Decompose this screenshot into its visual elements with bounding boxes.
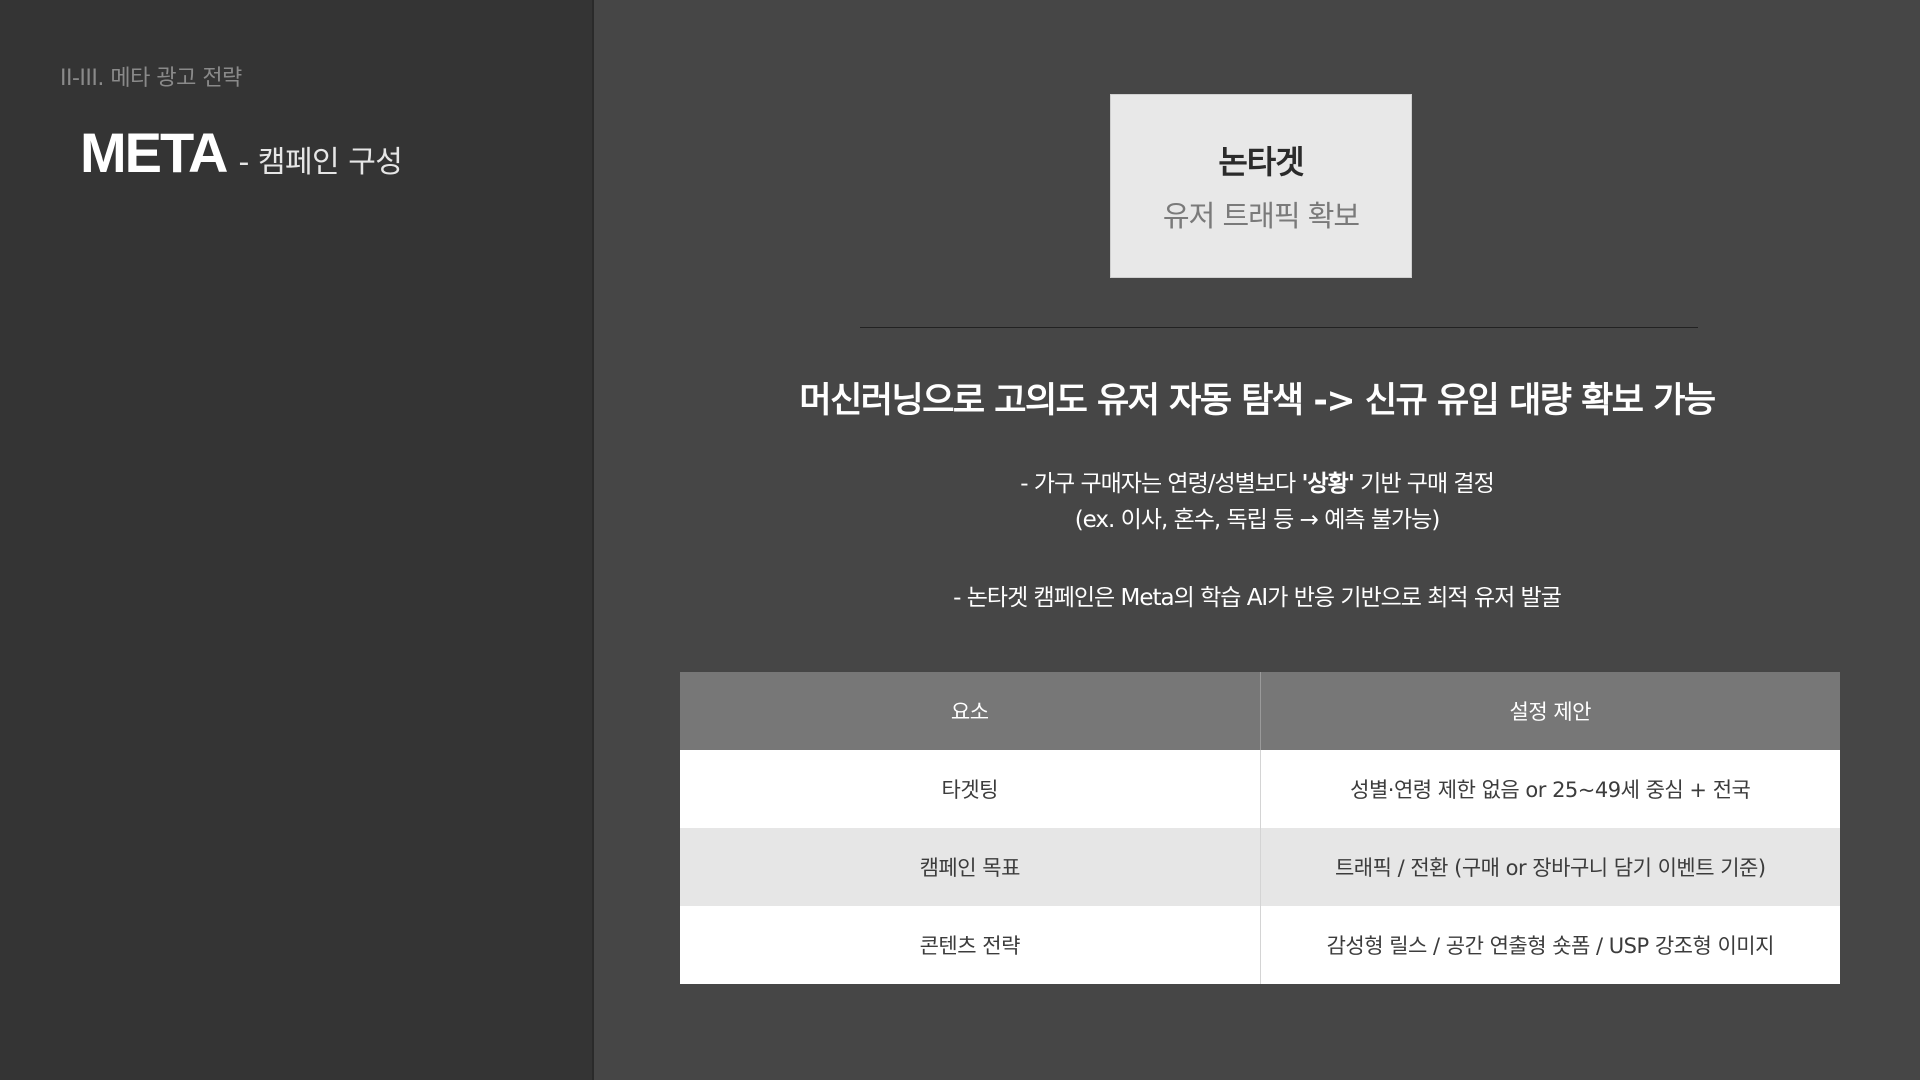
right-panel: 논타겟 유저 트래픽 확보 머신러닝으로 고의도 유저 자동 탐색 -> 신규 …	[594, 0, 1920, 1080]
bullet-line-2: (ex. 이사, 혼수, 독립 등 → 예측 불가능)	[1074, 507, 1441, 533]
table-row: 콘텐츠 전략 감성형 릴스 / 공간 연출형 숏폼 / USP 강조형 이미지	[680, 906, 1840, 984]
campaign-settings-table: 요소 설정 제안 타겟팅 성별·연령 제한 없음 or 25~49세 중심 + …	[680, 672, 1840, 984]
headline: 머신러닝으로 고의도 유저 자동 탐색 -> 신규 유입 대량 확보 가능	[799, 381, 1716, 421]
bullet-1-text-start: - 가구 구매자는 연령/성별보다	[1020, 471, 1302, 497]
table-cell: 성별·연령 제한 없음 or 25~49세 중심 + 전국	[1260, 750, 1840, 828]
bullet-line-3: - 논타겟 캠페인은 Meta의 학습 AI가 반응 기반으로 최적 유저 발굴	[953, 585, 1562, 611]
table-cell: 타겟팅	[680, 750, 1261, 828]
bullet-1-emphasis: '상황'	[1301, 471, 1354, 497]
page-heading: META - 캠페인 구성	[80, 120, 403, 185]
slide: II-III. 메타 광고 전략 META - 캠페인 구성 논타겟 유저 트래…	[0, 0, 1920, 1080]
table-cell: 캠페인 목표	[680, 828, 1261, 906]
nontarget-card: 논타겟 유저 트래픽 확보	[1110, 94, 1412, 278]
table-header-setting: 설정 제안	[1260, 672, 1840, 750]
table-cell: 콘텐츠 전략	[680, 906, 1261, 984]
table-header-element: 요소	[680, 672, 1261, 750]
table-cell: 트래픽 / 전환 (구매 or 장바구니 담기 이벤트 기준)	[1260, 828, 1840, 906]
page-subtitle: - 캠페인 구성	[238, 145, 403, 180]
page-title: META	[80, 121, 228, 184]
table-cell: 감성형 릴스 / 공간 연출형 숏폼 / USP 강조형 이미지	[1260, 906, 1840, 984]
table-row: 캠페인 목표 트래픽 / 전환 (구매 or 장바구니 담기 이벤트 기준)	[680, 828, 1840, 906]
bullet-line-1: - 가구 구매자는 연령/성별보다 '상황' 기반 구매 결정	[594, 466, 1920, 502]
left-panel: II-III. 메타 광고 전략 META - 캠페인 구성	[0, 0, 594, 1080]
table-row: 타겟팅 성별·연령 제한 없음 or 25~49세 중심 + 전국	[680, 750, 1840, 828]
bullet-1-text-end: 기반 구매 결정	[1353, 471, 1495, 497]
section-label: II-III. 메타 광고 전략	[60, 66, 242, 91]
card-title: 논타겟	[1218, 143, 1304, 181]
table-header-row: 요소 설정 제안	[680, 672, 1840, 750]
divider	[860, 327, 1698, 328]
card-subtitle: 유저 트래픽 확보	[1162, 199, 1360, 233]
